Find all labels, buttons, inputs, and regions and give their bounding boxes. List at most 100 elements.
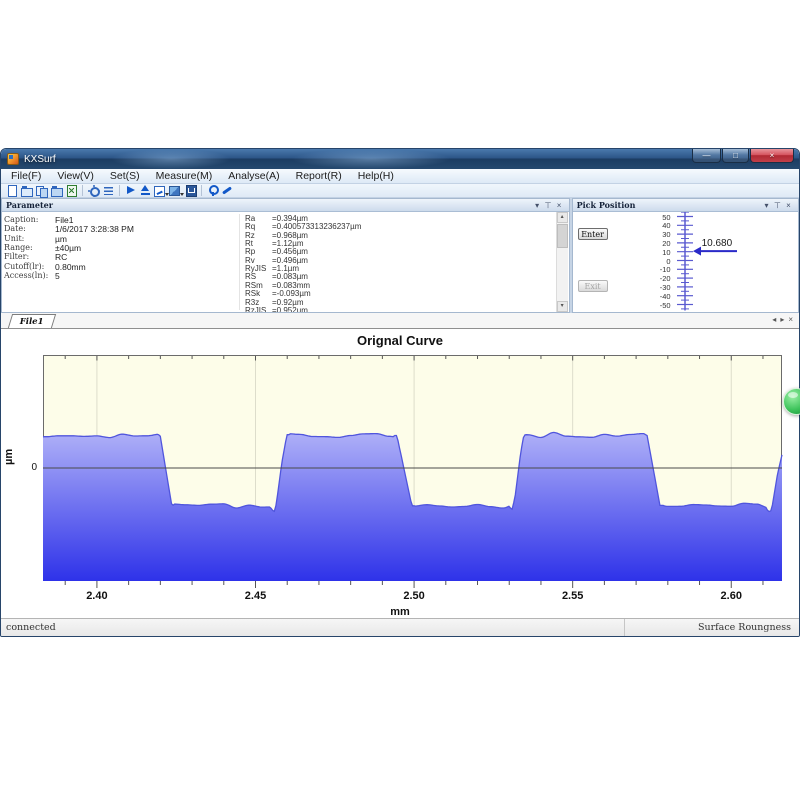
ruler-tick-label: -50 (645, 301, 671, 310)
parameter-scrollbar[interactable]: ▴ ▾ (556, 212, 568, 312)
dock-row: Parameter ▾ ⊤ × ▴ ▾ Caption:File1Date:1/… (1, 198, 799, 313)
ruler-tick-label: -20 (645, 274, 671, 283)
pick-position-panel: Pick Position ▾ ⊤ × Enter Exit 10.680 50… (572, 198, 799, 313)
x-axis-tick-label: 2.55 (553, 590, 593, 602)
document-tab-bar: File1 ◂ ▸ × (1, 313, 799, 329)
scrollbar-thumb[interactable] (557, 224, 568, 248)
start-measure-icon[interactable] (124, 184, 137, 197)
field-value: 5 (55, 271, 235, 281)
tab-next-icon[interactable]: ▸ (780, 315, 784, 324)
window-title: KXSurf (24, 154, 56, 165)
copy-file-icon[interactable] (35, 184, 48, 197)
open-folder-icon[interactable] (20, 184, 33, 197)
x-axis-tick-label: 2.60 (711, 590, 751, 602)
y-zero-tick-label: 0 (23, 462, 37, 473)
ruler-tick-label: -10 (645, 265, 671, 274)
window-controls: — □ × (691, 149, 794, 163)
pick-ruler[interactable] (573, 212, 798, 312)
menu-item-report[interactable]: Report(R) (288, 169, 350, 184)
x-axis-tick-label: 2.45 (236, 590, 276, 602)
pick-panel-title: Pick Position (577, 200, 761, 210)
menu-bar: File(F)View(V)Set(S)Measure(M)Analyse(A)… (1, 169, 799, 184)
ruler-tick-label: 0 (645, 257, 671, 266)
ruler-tick-label: 30 (645, 230, 671, 239)
ruler-tick-label: 20 (645, 239, 671, 248)
tab-file1[interactable]: File1 (8, 314, 56, 328)
tab-controls: ◂ ▸ × (772, 315, 793, 324)
app-window: KXSurf — □ × File(F)View(V)Set(S)Measure… (0, 148, 800, 637)
image-export-icon[interactable] (169, 184, 182, 197)
chart-document-area: Orignal Curve µm 0 mm 2.402.452.502.552.… (1, 329, 799, 618)
panel-pin-icon[interactable]: ⊤ (543, 200, 554, 211)
mode-status: Surface Roungness (624, 619, 799, 636)
pick-pointer-arrow-icon (693, 247, 701, 256)
scroll-down-icon[interactable]: ▾ (557, 301, 568, 312)
panel-menu-chevron-down-icon[interactable]: ▾ (532, 200, 543, 211)
x-axis-tick-label: 2.40 (77, 590, 117, 602)
eject-icon[interactable] (139, 184, 152, 197)
pick-panel-header[interactable]: Pick Position ▾ ⊤ × (573, 199, 798, 212)
titlebar-glass-highlight (111, 149, 231, 169)
field-label: Cutoff(lr): (4, 262, 52, 271)
field-label: Date: (4, 224, 52, 233)
folder-icon[interactable] (50, 184, 63, 197)
titlebar-glass-highlight (291, 149, 451, 169)
result-label: RzJIS (245, 306, 271, 312)
plot-area[interactable] (43, 355, 782, 581)
status-bar: connected Surface Roungness (1, 618, 799, 636)
tab-file1-label: File1 (20, 317, 44, 327)
x-axis-unit-label: mm (1, 606, 799, 618)
toolbar-separator (201, 185, 202, 196)
chart-title: Orignal Curve (1, 333, 799, 348)
menu-item-help[interactable]: Help(H) (350, 169, 402, 184)
field-label: Range: (4, 243, 52, 252)
panel-menu-chevron-down-icon[interactable]: ▾ (761, 200, 772, 211)
curve-chart-icon[interactable] (154, 184, 167, 197)
pen-icon[interactable] (221, 184, 234, 197)
maximize-button[interactable]: □ (722, 149, 749, 163)
menu-item-set[interactable]: Set(S) (102, 169, 148, 184)
tab-close-icon[interactable]: × (788, 315, 793, 324)
settings-gear-icon[interactable] (87, 184, 100, 197)
field-label: Unit: (4, 234, 52, 243)
field-label: Caption: (4, 215, 52, 224)
menu-item-file[interactable]: File(F) (3, 169, 49, 184)
app-icon (7, 153, 19, 165)
panel-pin-icon[interactable]: ⊤ (772, 200, 783, 211)
menu-item-measure[interactable]: Measure(M) (148, 169, 221, 184)
parameter-panel-header[interactable]: Parameter ▾ ⊤ × (2, 199, 569, 212)
menu-item-view[interactable]: View(V) (49, 169, 102, 184)
result-value: =0.952µm (272, 306, 392, 312)
toolbar-separator (119, 185, 120, 196)
title-bar[interactable]: KXSurf — □ × (1, 149, 799, 169)
excel-export-icon[interactable] (65, 184, 78, 197)
field-label: Access(ln): (4, 271, 52, 280)
close-button[interactable]: × (750, 149, 794, 163)
menu-item-analyse[interactable]: Analyse(A) (220, 169, 287, 184)
field-label: Filter: (4, 252, 52, 261)
pick-position-content: Enter Exit 10.680 50403020100-10-20-30-4… (573, 212, 798, 312)
x-axis-tick-label: 2.50 (394, 590, 434, 602)
panel-close-icon[interactable]: × (554, 200, 565, 211)
parameter-panel: Parameter ▾ ⊤ × ▴ ▾ Caption:File1Date:1/… (1, 198, 570, 313)
connection-status: connected (1, 622, 624, 633)
word-export-icon[interactable] (184, 184, 197, 197)
tab-prev-icon[interactable]: ◂ (772, 315, 776, 324)
scroll-up-icon[interactable]: ▴ (557, 212, 568, 223)
probe-icon[interactable] (206, 184, 219, 197)
ruler-tick-label: -30 (645, 283, 671, 292)
toolbar (1, 184, 799, 198)
ruler-tick-label: -40 (645, 292, 671, 301)
ruler-tick-label: 50 (645, 213, 671, 222)
parameter-panel-title: Parameter (6, 200, 532, 210)
parameter-content: ▴ ▾ Caption:File1Date:1/6/2017 3:28:38 P… (2, 212, 569, 312)
toolbar-separator (82, 185, 83, 196)
minimize-button[interactable]: — (692, 149, 721, 163)
ruler-tick-label: 40 (645, 221, 671, 230)
column-divider (239, 214, 240, 310)
new-file-icon[interactable] (5, 184, 18, 197)
ruler-tick-label: 10 (645, 248, 671, 257)
original-curve-chart[interactable] (43, 355, 782, 597)
parameter-list-icon[interactable] (102, 184, 115, 197)
panel-close-icon[interactable]: × (783, 200, 794, 211)
